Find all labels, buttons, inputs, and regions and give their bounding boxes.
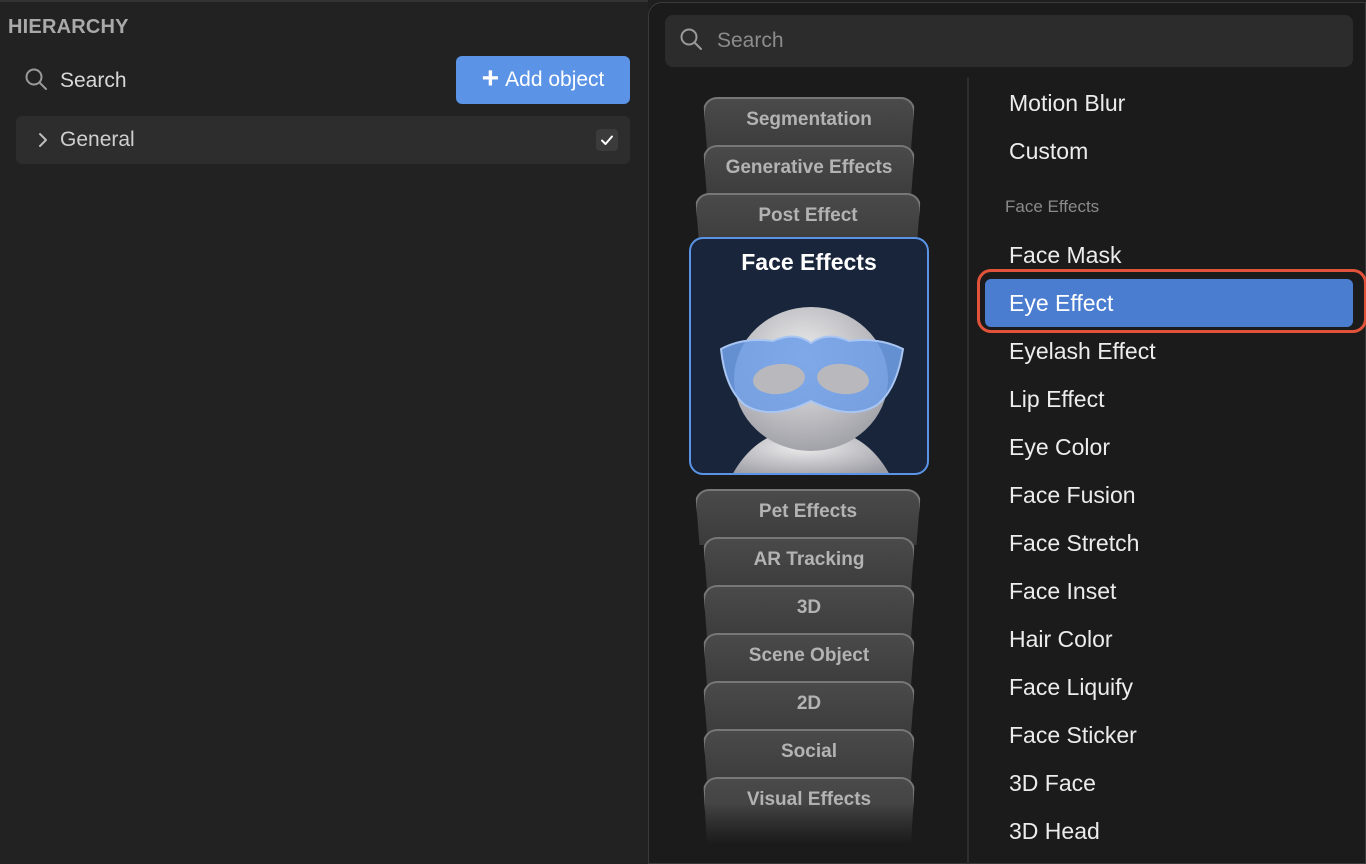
divider [967, 77, 969, 864]
hierarchy-panel: HIERARCHY Search + Add object General [0, 0, 648, 864]
category-tab[interactable]: 3D [703, 585, 915, 641]
list-item[interactable]: Motion Blur [985, 79, 1355, 127]
popup-search[interactable] [665, 15, 1353, 67]
hierarchy-row-label: General [60, 128, 135, 151]
add-object-button[interactable]: + Add object [456, 56, 630, 104]
list-item[interactable]: Face Fusion [985, 471, 1355, 519]
hierarchy-search[interactable]: Search [24, 64, 127, 98]
chevron-right-icon[interactable] [34, 131, 52, 149]
list-item[interactable]: 3D Face [985, 759, 1355, 807]
list-item[interactable]: Lip Effect [985, 375, 1355, 423]
category-card-label: Face Effects [741, 249, 877, 275]
visibility-checkbox[interactable] [596, 129, 618, 151]
app-root: HIERARCHY Search + Add object General Se… [0, 0, 1366, 864]
category-tab[interactable]: Generative Effects [703, 145, 915, 201]
list-item[interactable]: Face Inset [985, 567, 1355, 615]
add-object-popup: Segmentation Generative Effects Post Eff… [648, 2, 1366, 864]
category-tab[interactable]: Social [703, 729, 915, 785]
hierarchy-row-general[interactable]: General [16, 116, 630, 164]
checkmark-icon [601, 135, 613, 145]
plus-icon: + [481, 61, 500, 95]
list-item[interactable]: 3D Head [985, 807, 1355, 855]
section-header: Face Effects [1005, 197, 1100, 216]
hierarchy-title: HIERARCHY [8, 16, 129, 38]
list-item[interactable]: Hair Color [985, 615, 1355, 663]
search-icon [24, 67, 48, 96]
list-item[interactable]: Face Mask [985, 231, 1355, 279]
category-tab[interactable]: Scene Object [703, 633, 915, 689]
category-tab[interactable]: Visual Effects [703, 777, 915, 849]
category-tab[interactable]: Pet Effects [695, 489, 921, 545]
popup-search-input[interactable] [717, 29, 1317, 53]
add-object-label: Add object [505, 68, 605, 91]
list-item[interactable]: Eyelash Effect [985, 327, 1355, 375]
hierarchy-search-label: Search [60, 69, 127, 92]
category-card-active[interactable]: Face Effects [689, 237, 929, 475]
list-item[interactable]: Eye Color [985, 423, 1355, 471]
list-item[interactable]: Custom [985, 127, 1355, 175]
category-tab[interactable]: Segmentation [703, 97, 915, 153]
category-tab[interactable]: 2D [703, 681, 915, 737]
list-item[interactable]: Face Sticker [985, 711, 1355, 759]
search-icon [679, 27, 703, 56]
list-item-selected[interactable]: Eye Effect [985, 279, 1353, 327]
category-tab[interactable]: AR Tracking [703, 537, 915, 593]
list-item[interactable]: Face Liquify [985, 663, 1355, 711]
list-item[interactable]: Face Stretch [985, 519, 1355, 567]
